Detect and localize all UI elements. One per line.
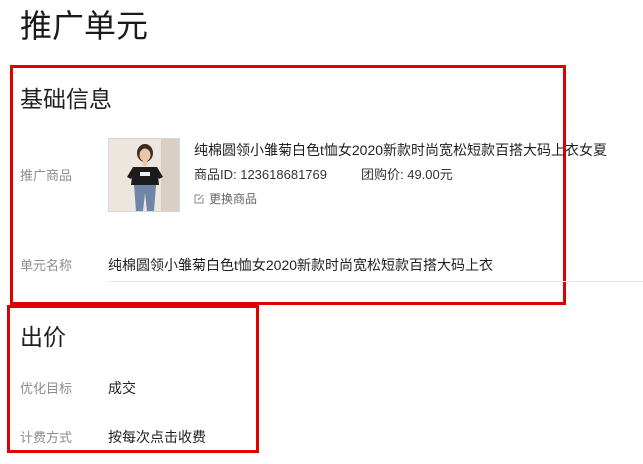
bid-title: 出价: [20, 324, 66, 350]
unit-name-value[interactable]: 纯棉圆领小雏菊白色t恤女2020新款时尚宽松短款百搭大码上衣: [108, 255, 493, 275]
group-price: 团购价: 49.00元: [361, 167, 453, 182]
product-thumbnail: [108, 138, 180, 212]
product-id: 商品ID: 123618681769: [194, 167, 327, 182]
optimization-goal-label: 优化目标: [20, 381, 73, 396]
billing-method-label: 计费方式: [20, 430, 73, 445]
page-title: 推广单元: [20, 8, 149, 44]
optimization-goal-value[interactable]: 成交: [108, 378, 136, 398]
basic-info-title: 基础信息: [20, 86, 112, 112]
change-product-button[interactable]: 更换商品: [194, 190, 257, 208]
change-product-label: 更换商品: [209, 192, 258, 206]
unit-name-label: 单元名称: [20, 258, 73, 273]
billing-method-value[interactable]: 按每次点击收费: [108, 427, 206, 447]
edit-icon: [194, 194, 204, 204]
unit-name-divider: [108, 281, 643, 282]
product-name[interactable]: 纯棉圆领小雏菊白色t恤女2020新款时尚宽松短款百搭大码上衣女夏: [194, 140, 607, 160]
product-label: 推广商品: [20, 168, 73, 183]
